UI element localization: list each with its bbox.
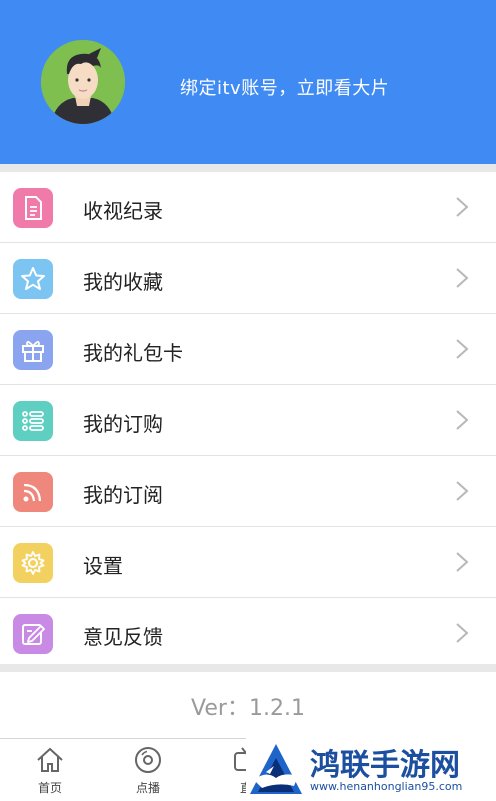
menu-item-label: 设置	[83, 554, 123, 578]
menu-item-label: 我的订阅	[83, 483, 163, 507]
watermark-logo-icon	[250, 744, 302, 794]
disc-icon	[135, 747, 161, 773]
menu-item-watch-history[interactable]: 收视纪录	[0, 172, 496, 243]
menu-item-label: 意见反馈	[83, 625, 163, 649]
menu-item-favorites[interactable]: 我的收藏	[0, 243, 496, 314]
document-icon	[13, 188, 53, 228]
chevron-right-icon	[456, 339, 469, 359]
menu-item-label: 我的收藏	[83, 270, 163, 294]
section-divider	[0, 664, 496, 672]
user-avatar-icon[interactable]	[41, 40, 125, 124]
profile-header: 绑定itv账号，立即看大片	[0, 0, 496, 164]
watermark-url: www.henanhonglian95.com	[310, 780, 463, 793]
edit-icon	[13, 614, 53, 654]
menu-item-my-orders[interactable]: 我的订购	[0, 385, 496, 456]
chevron-right-icon	[456, 623, 469, 643]
rss-icon	[13, 472, 53, 512]
app-version: Ver：1.2.1	[191, 696, 305, 721]
tab-vod[interactable]: 点播	[118, 745, 178, 796]
tab-label: 点播	[135, 781, 160, 795]
list-icon	[13, 401, 53, 441]
star-icon	[13, 259, 53, 299]
chevron-right-icon	[456, 410, 469, 430]
gift-icon	[13, 330, 53, 370]
menu-item-subscriptions[interactable]: 我的订阅	[0, 456, 496, 527]
chevron-right-icon	[456, 481, 469, 501]
watermark-overlay: 鸿联手游网 www.henanhonglian95.com	[246, 738, 496, 800]
home-icon	[37, 747, 63, 772]
menu-item-feedback[interactable]: 意见反馈	[0, 598, 496, 668]
bind-itv-account-link[interactable]: 绑定itv账号，立即看大片	[180, 74, 389, 100]
watermark-title: 鸿联手游网	[310, 748, 460, 783]
menu-item-label: 我的礼包卡	[83, 341, 183, 365]
chevron-right-icon	[456, 268, 469, 288]
tab-home[interactable]: 首页	[20, 745, 80, 796]
section-divider	[0, 164, 496, 172]
menu-list: 收视纪录 我的收藏 我的礼包卡 我的订购 我的订阅 设置 意见反馈	[0, 172, 496, 668]
menu-item-settings[interactable]: 设置	[0, 527, 496, 598]
tab-label: 首页	[37, 781, 62, 795]
chevron-right-icon	[456, 552, 469, 572]
menu-item-label: 收视纪录	[83, 199, 163, 223]
gear-icon	[13, 543, 53, 583]
chevron-right-icon	[456, 197, 469, 217]
menu-item-gift-card[interactable]: 我的礼包卡	[0, 314, 496, 385]
menu-item-label: 我的订购	[83, 412, 163, 436]
